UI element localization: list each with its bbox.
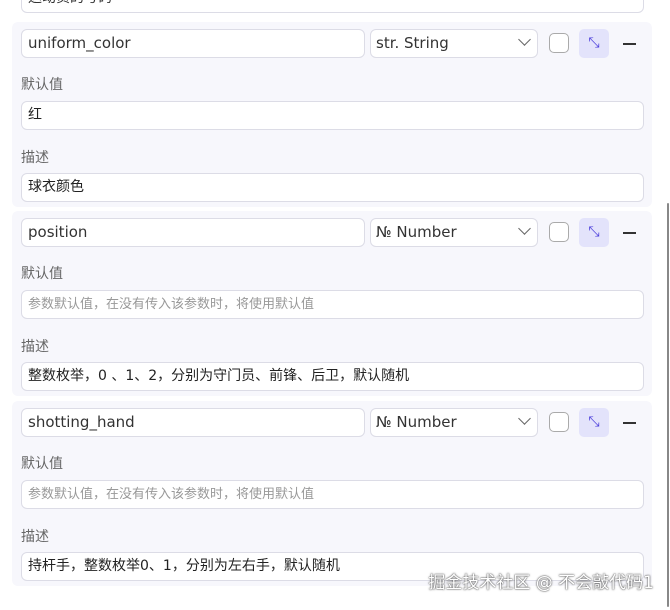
required-checkbox[interactable]: [549, 33, 569, 53]
default-value-input[interactable]: 参数默认值，在没有传入该参数时，将使用默认值: [21, 290, 644, 319]
desc-label: 描述: [21, 529, 49, 545]
watermark: 掘金技术社区 @ 不会敲代码1: [428, 573, 654, 593]
param-name-input[interactable]: uniform_color: [21, 29, 365, 58]
collapse-button[interactable]: ⤡: [579, 218, 609, 247]
desc-input[interactable]: 球衣颜色: [21, 173, 644, 202]
remove-param-button[interactable]: [623, 232, 636, 234]
chevron-down-icon: [518, 222, 531, 235]
param-card: position № Number ⤡ 默认值 参数默认值，在没有传入该参数时，…: [12, 211, 652, 396]
remove-param-button[interactable]: [623, 43, 636, 45]
remove-param-button[interactable]: [623, 422, 636, 424]
chevron-down-icon: [518, 412, 531, 425]
compress-arrows-icon: ⤡: [588, 35, 600, 51]
required-checkbox[interactable]: [549, 222, 569, 242]
collapse-button[interactable]: ⤡: [579, 408, 609, 437]
compress-arrows-icon: ⤡: [588, 224, 600, 240]
default-value-input[interactable]: 参数默认值，在没有传入该参数时，将使用默认值: [21, 480, 644, 509]
param-type-value: № Number: [376, 223, 457, 241]
param-header-row: shotting_hand № Number ⤡: [21, 408, 641, 437]
desc-label: 描述: [21, 339, 49, 355]
param-type-select[interactable]: № Number: [370, 218, 538, 247]
param-name-input[interactable]: position: [21, 218, 365, 247]
param-header-row: uniform_color str. String ⤡: [21, 29, 641, 58]
default-label: 默认值: [21, 77, 63, 93]
desc-label: 描述: [21, 150, 49, 166]
param-type-select[interactable]: str. String: [370, 29, 538, 58]
param-card: uniform_color str. String ⤡ 默认值 红 描述 球衣颜…: [12, 22, 652, 207]
param-type-value: № Number: [376, 413, 457, 431]
param-header-row: position № Number ⤡: [21, 218, 641, 247]
param-card: shotting_hand № Number ⤡ 默认值 参数默认值，在没有传入…: [12, 401, 652, 586]
default-value-input[interactable]: 红: [21, 101, 644, 130]
param-type-value: str. String: [376, 34, 449, 52]
compress-arrows-icon: ⤡: [588, 414, 600, 430]
desc-input[interactable]: 整数枚举，0 、1、2，分别为守门员、前锋、后卫，默认随机: [21, 362, 644, 391]
previous-description-input[interactable]: 运动员的号码: [21, 0, 644, 13]
scrollbar[interactable]: [667, 203, 669, 607]
required-checkbox[interactable]: [549, 412, 569, 432]
default-label: 默认值: [21, 456, 63, 472]
collapse-button[interactable]: ⤡: [579, 29, 609, 58]
default-label: 默认值: [21, 266, 63, 282]
param-name-input[interactable]: shotting_hand: [21, 408, 365, 437]
param-type-select[interactable]: № Number: [370, 408, 538, 437]
chevron-down-icon: [518, 33, 531, 46]
